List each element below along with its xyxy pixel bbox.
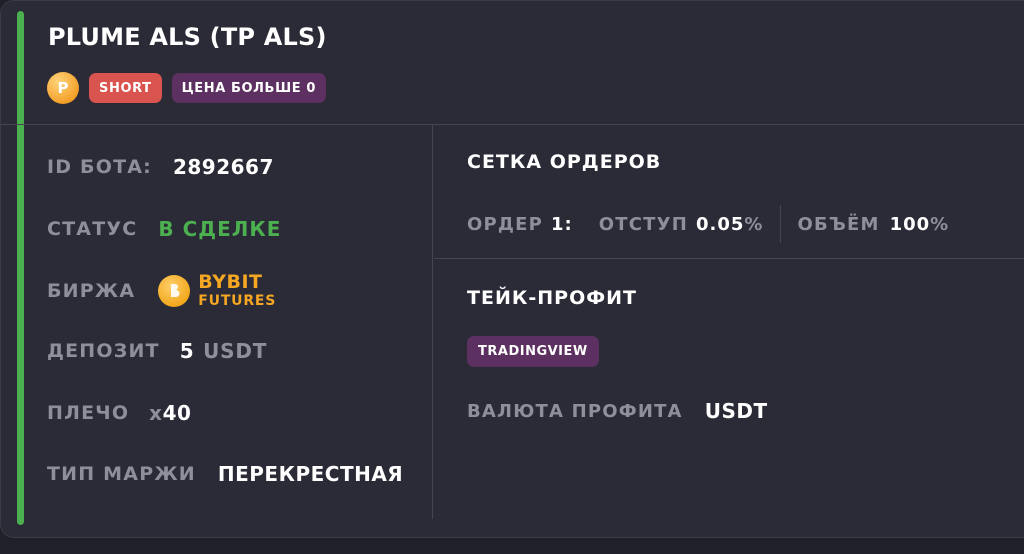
offset-value: 0.05 (695, 213, 745, 235)
leverage-label: ПЛЕЧО (47, 402, 130, 424)
coin-icon-letter: P (57, 79, 69, 97)
deposit-amount: 5 (179, 339, 195, 363)
exchange-row: БИРЖА BYBIT FUTURES (47, 273, 276, 309)
volume-value: 100 (889, 213, 931, 235)
volume-label: ОБЪЁМ (797, 213, 880, 235)
side-badge: SHORT (89, 73, 162, 103)
status-value: В СДЕЛКЕ (158, 217, 282, 241)
offset-unit: % (744, 213, 763, 235)
deposit-label: ДЕПОЗИТ (47, 340, 160, 362)
take-profit-title: ТЕЙК-ПРОФИТ (467, 287, 637, 309)
exchange-sub: FUTURES (198, 293, 277, 309)
order-divider (780, 205, 782, 243)
margin-label: ТИП МАРЖИ (47, 463, 196, 485)
bot-card: PLUME ALS (TP ALS) P SHORT ЦЕНА БОЛЬШЕ 0… (0, 0, 1024, 538)
offset-label: ОТСТУП (598, 213, 688, 235)
card-header: PLUME ALS (TP ALS) P SHORT ЦЕНА БОЛЬШЕ 0 (1, 1, 1024, 125)
plume-coin-icon: P (47, 72, 79, 104)
tradingview-badge: TRADINGVIEW (467, 336, 599, 367)
profit-currency-label: ВАЛЮТА ПРОФИТА (467, 400, 683, 422)
status-row: СТАТУС В СДЕЛКЕ (47, 217, 281, 241)
status-label: СТАТУС (47, 218, 138, 240)
leverage-row: ПЛЕЧО x 40 (47, 401, 191, 425)
order-row: ОРДЕР 1: ОТСТУП 0.05 % ОБЪЁМ 100 % (467, 205, 948, 243)
exchange-name: BYBIT (198, 271, 263, 293)
bybit-glyph (171, 283, 180, 297)
leverage-value: 40 (162, 401, 192, 425)
order-grid-title: СЕТКА ОРДЕРОВ (467, 151, 662, 173)
margin-value: ПЕРЕКРЕСТНАЯ (217, 462, 404, 486)
margin-row: ТИП МАРЖИ ПЕРЕКРЕСТНАЯ (47, 462, 403, 486)
bot-id-row: ID БОТА: 2892667 (47, 155, 274, 179)
order-label: ОРДЕР (467, 213, 544, 235)
condition-badge: ЦЕНА БОЛЬШЕ 0 (171, 73, 326, 103)
exchange-name-block: BYBIT FUTURES (198, 271, 277, 309)
bot-details: ID БОТА: 2892667 СТАТУС В СДЕЛКЕ БИРЖА B… (1, 125, 433, 519)
deposit-row: ДЕПОЗИТ 5 USDT (47, 339, 267, 363)
take-profit-section: ТЕЙК-ПРОФИТ TRADINGVIEW ВАЛЮТА ПРОФИТА U… (434, 259, 1024, 519)
leverage-prefix: x (149, 401, 163, 425)
bot-id-label: ID БОТА: (47, 156, 152, 178)
deposit-currency: USDT (203, 339, 268, 363)
bot-id-value[interactable]: 2892667 (173, 155, 274, 179)
profit-currency-value: USDT (704, 399, 768, 423)
exchange-label: БИРЖА (47, 279, 136, 302)
order-number: 1: (551, 213, 573, 235)
badge-row: P SHORT ЦЕНА БОЛЬШЕ 0 (47, 72, 326, 104)
profit-currency-row: ВАЛЮТА ПРОФИТА USDT (467, 399, 768, 423)
volume-unit: % (930, 213, 949, 235)
bot-title: PLUME ALS (TP ALS) (48, 23, 327, 51)
order-grid-section: СЕТКА ОРДЕРОВ ОРДЕР 1: ОТСТУП 0.05 % ОБЪ… (434, 125, 1024, 259)
exchange-logo: BYBIT FUTURES (158, 273, 276, 308)
bybit-icon (158, 274, 191, 307)
